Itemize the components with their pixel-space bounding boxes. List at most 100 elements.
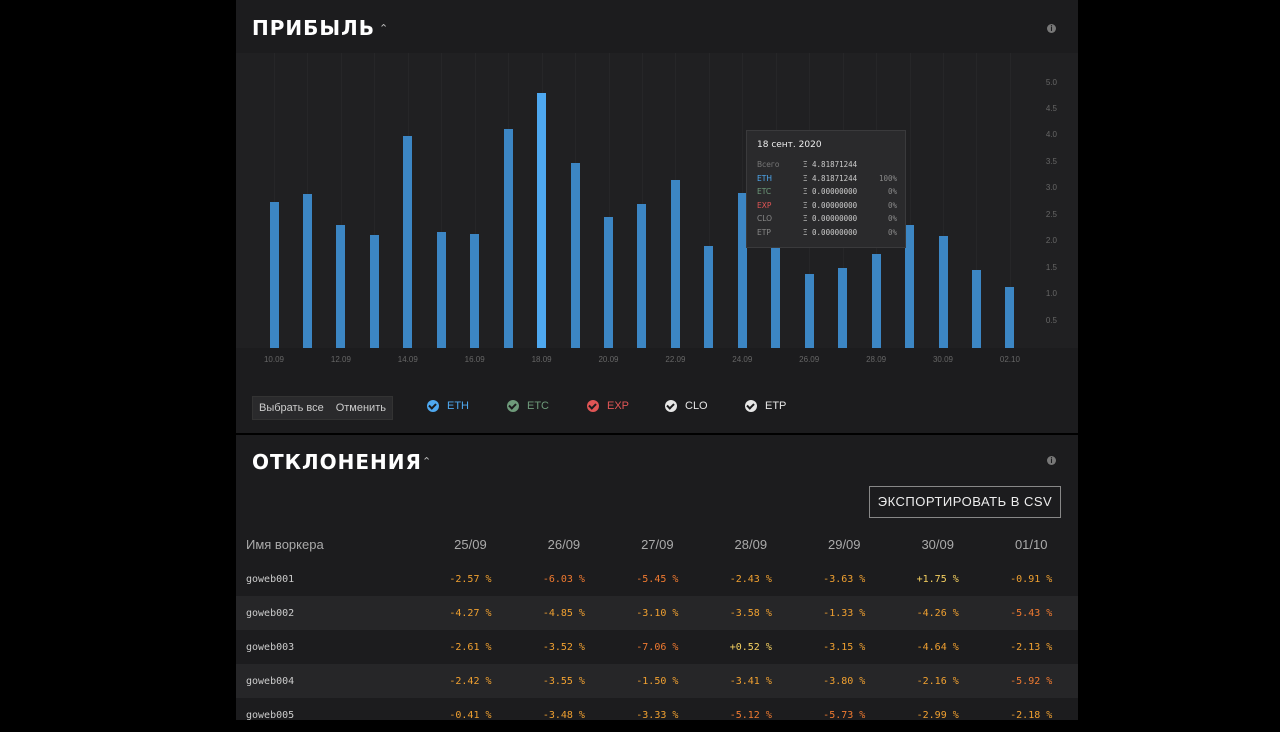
chart-bar[interactable] — [604, 216, 613, 348]
chart-bar[interactable] — [838, 267, 848, 348]
chart-bar[interactable] — [570, 163, 580, 348]
chart-bar[interactable] — [938, 235, 948, 348]
tooltip-row: Всего Ξ 4.81871244 — [757, 160, 897, 172]
deviation-value: -2.43 % — [729, 573, 772, 585]
x-tick-label: 20.09 — [598, 355, 619, 364]
deviation-value: -2.18 % — [1010, 709, 1053, 721]
x-tick-label: 12.09 — [330, 355, 351, 364]
deviation-value: -3.41 % — [704, 664, 798, 698]
deviations-table: Имя воркера 25/09 26/09 27/09 28/09 29/09 30/0… — [236, 526, 1078, 732]
x-tick-label: 16.09 — [464, 355, 485, 364]
y-tick-label: 1.0 — [1045, 289, 1057, 299]
legend-item-eth[interactable]: ETH — [427, 398, 469, 414]
deviation-value: -2.13 % — [1010, 641, 1053, 653]
chart-tooltip: 18 сент. 2020 Всего Ξ 4.81871244 ETH Ξ 4.818… — [746, 130, 906, 248]
column-header-date: 01/10 — [1014, 536, 1048, 552]
chart-bar[interactable] — [302, 193, 312, 348]
checkbox-checked-icon[interactable] — [507, 400, 519, 412]
checkbox-checked-icon[interactable] — [745, 400, 757, 412]
worker-name: goweb005 — [246, 709, 295, 721]
deviation-value: -1.33 % — [797, 596, 891, 630]
x-tick-label: 28.09 — [866, 355, 887, 364]
chart-bar[interactable] — [369, 235, 379, 348]
deviations-title: ОТКЛОНЕНИЯ — [252, 450, 422, 474]
deviation-value: -3.10 % — [610, 596, 705, 630]
tooltip-value: Ξ 0.00000000 — [803, 200, 858, 210]
y-tick-label: 2.0 — [1045, 236, 1057, 246]
chart-bar[interactable] — [403, 135, 413, 348]
legend-item-etc[interactable]: ETC — [507, 398, 549, 414]
chart-bar[interactable] — [1005, 286, 1015, 348]
checkbox-checked-icon[interactable] — [587, 400, 599, 412]
tooltip-label: ETC — [757, 187, 772, 196]
collapse-chevron-icon[interactable]: ⌃ — [379, 22, 388, 35]
deviation-value: -3.80 % — [797, 664, 891, 698]
checkbox-checked-icon[interactable] — [427, 400, 439, 412]
table-row: goweb001 -2.57 % -6.03 % -5.45 % -2.43 % -3.6… — [236, 562, 1078, 596]
tooltip-label: Всего — [757, 160, 780, 169]
tooltip-value: Ξ 0.00000000 — [803, 187, 858, 196]
chart-bar[interactable] — [436, 232, 446, 348]
info-icon[interactable]: i — [1047, 456, 1056, 465]
export-csv-button[interactable]: ЭКСПОРТИРОВАТЬ В CSV — [869, 486, 1061, 518]
chart-bar[interactable] — [503, 128, 513, 348]
chart-bar[interactable] — [470, 233, 480, 348]
deviation-value: -4.27 % — [423, 596, 518, 630]
deviation-value: -5.92 % — [984, 664, 1078, 698]
legend-item-etp[interactable]: ETP — [745, 398, 786, 414]
legend-item-exp[interactable]: EXP — [587, 398, 629, 414]
legend-item-clo[interactable]: CLO — [665, 398, 708, 414]
x-tick-label: 14.09 — [397, 355, 418, 364]
info-icon[interactable]: i — [1047, 24, 1056, 33]
table-header-row: Имя воркера 25/09 26/09 27/09 28/09 29/09 30/0… — [236, 526, 1078, 562]
legend-label: ETH — [447, 400, 469, 412]
cancel-button[interactable]: Отменить — [330, 397, 392, 419]
chart-bar[interactable] — [804, 273, 814, 348]
y-tick-label: 2.5 — [1045, 209, 1057, 219]
table-row: goweb003 -2.61 % -3.52 % -7.06 % +0.52 % -3.1… — [236, 630, 1078, 664]
x-tick-label: 18.09 — [531, 355, 552, 364]
chart-bar[interactable] — [670, 179, 680, 348]
column-header-date: 29/09 — [827, 536, 861, 552]
chart-bar[interactable] — [537, 93, 547, 348]
column-header-date: 28/09 — [734, 536, 768, 552]
tooltip-date: 18 сент. 2020 — [757, 140, 822, 150]
column-header-date: 30/09 — [921, 536, 954, 552]
chart-bar[interactable] — [704, 246, 714, 348]
deviation-value: -3.63 % — [823, 573, 866, 585]
deviation-value: -2.42 % — [423, 664, 518, 698]
table-row: goweb004 -2.42 % -3.55 % -1.50 % -3.41 % -3.8… — [236, 664, 1078, 698]
column-header-date: 27/09 — [641, 536, 674, 552]
chart-bar[interactable] — [336, 225, 346, 348]
tooltip-label: EXP — [757, 200, 772, 210]
deviation-value: -0.41 % — [449, 709, 492, 721]
deviation-value: -2.99 % — [916, 709, 959, 721]
profit-title: ПРИБЫЛЬ — [252, 16, 375, 40]
select-all-button[interactable]: Выбрать все — [253, 397, 330, 419]
chart-bar[interactable] — [971, 270, 981, 348]
x-tick-label: 24.09 — [732, 355, 753, 364]
y-tick-label: 5.0 — [1045, 77, 1057, 87]
legend-label: EXP — [607, 400, 630, 412]
deviation-value: +1.75 % — [916, 573, 959, 585]
deviation-value: -3.15 % — [823, 641, 866, 653]
legend-label: ETC — [527, 400, 549, 412]
collapse-chevron-icon[interactable]: ⌃ — [422, 455, 431, 468]
checkbox-checked-icon[interactable] — [665, 400, 677, 412]
tooltip-percent: 0% — [887, 200, 897, 210]
chart-bar[interactable] — [637, 203, 647, 348]
worker-name: goweb004 — [236, 664, 424, 698]
chart-bar[interactable] — [269, 201, 279, 348]
chart-bar[interactable] — [771, 246, 781, 348]
tooltip-value: Ξ 4.81871244 — [803, 173, 858, 183]
chart-bar[interactable] — [905, 225, 915, 348]
tooltip-row: EXP Ξ 0.00000000 0% — [757, 201, 897, 213]
table-row: goweb005 -0.41 % -3.48 % -3.33 % -5.12 % -5.7… — [236, 698, 1078, 732]
y-tick-label: 4.0 — [1045, 130, 1057, 140]
deviation-value: -5.43 % — [984, 596, 1078, 630]
deviation-value: -5.45 % — [636, 573, 679, 585]
chart-bar[interactable] — [871, 254, 881, 348]
deviation-value: -4.64 % — [916, 641, 959, 653]
deviation-value: -2.16 % — [890, 664, 985, 698]
legend-label: ETP — [765, 400, 787, 412]
